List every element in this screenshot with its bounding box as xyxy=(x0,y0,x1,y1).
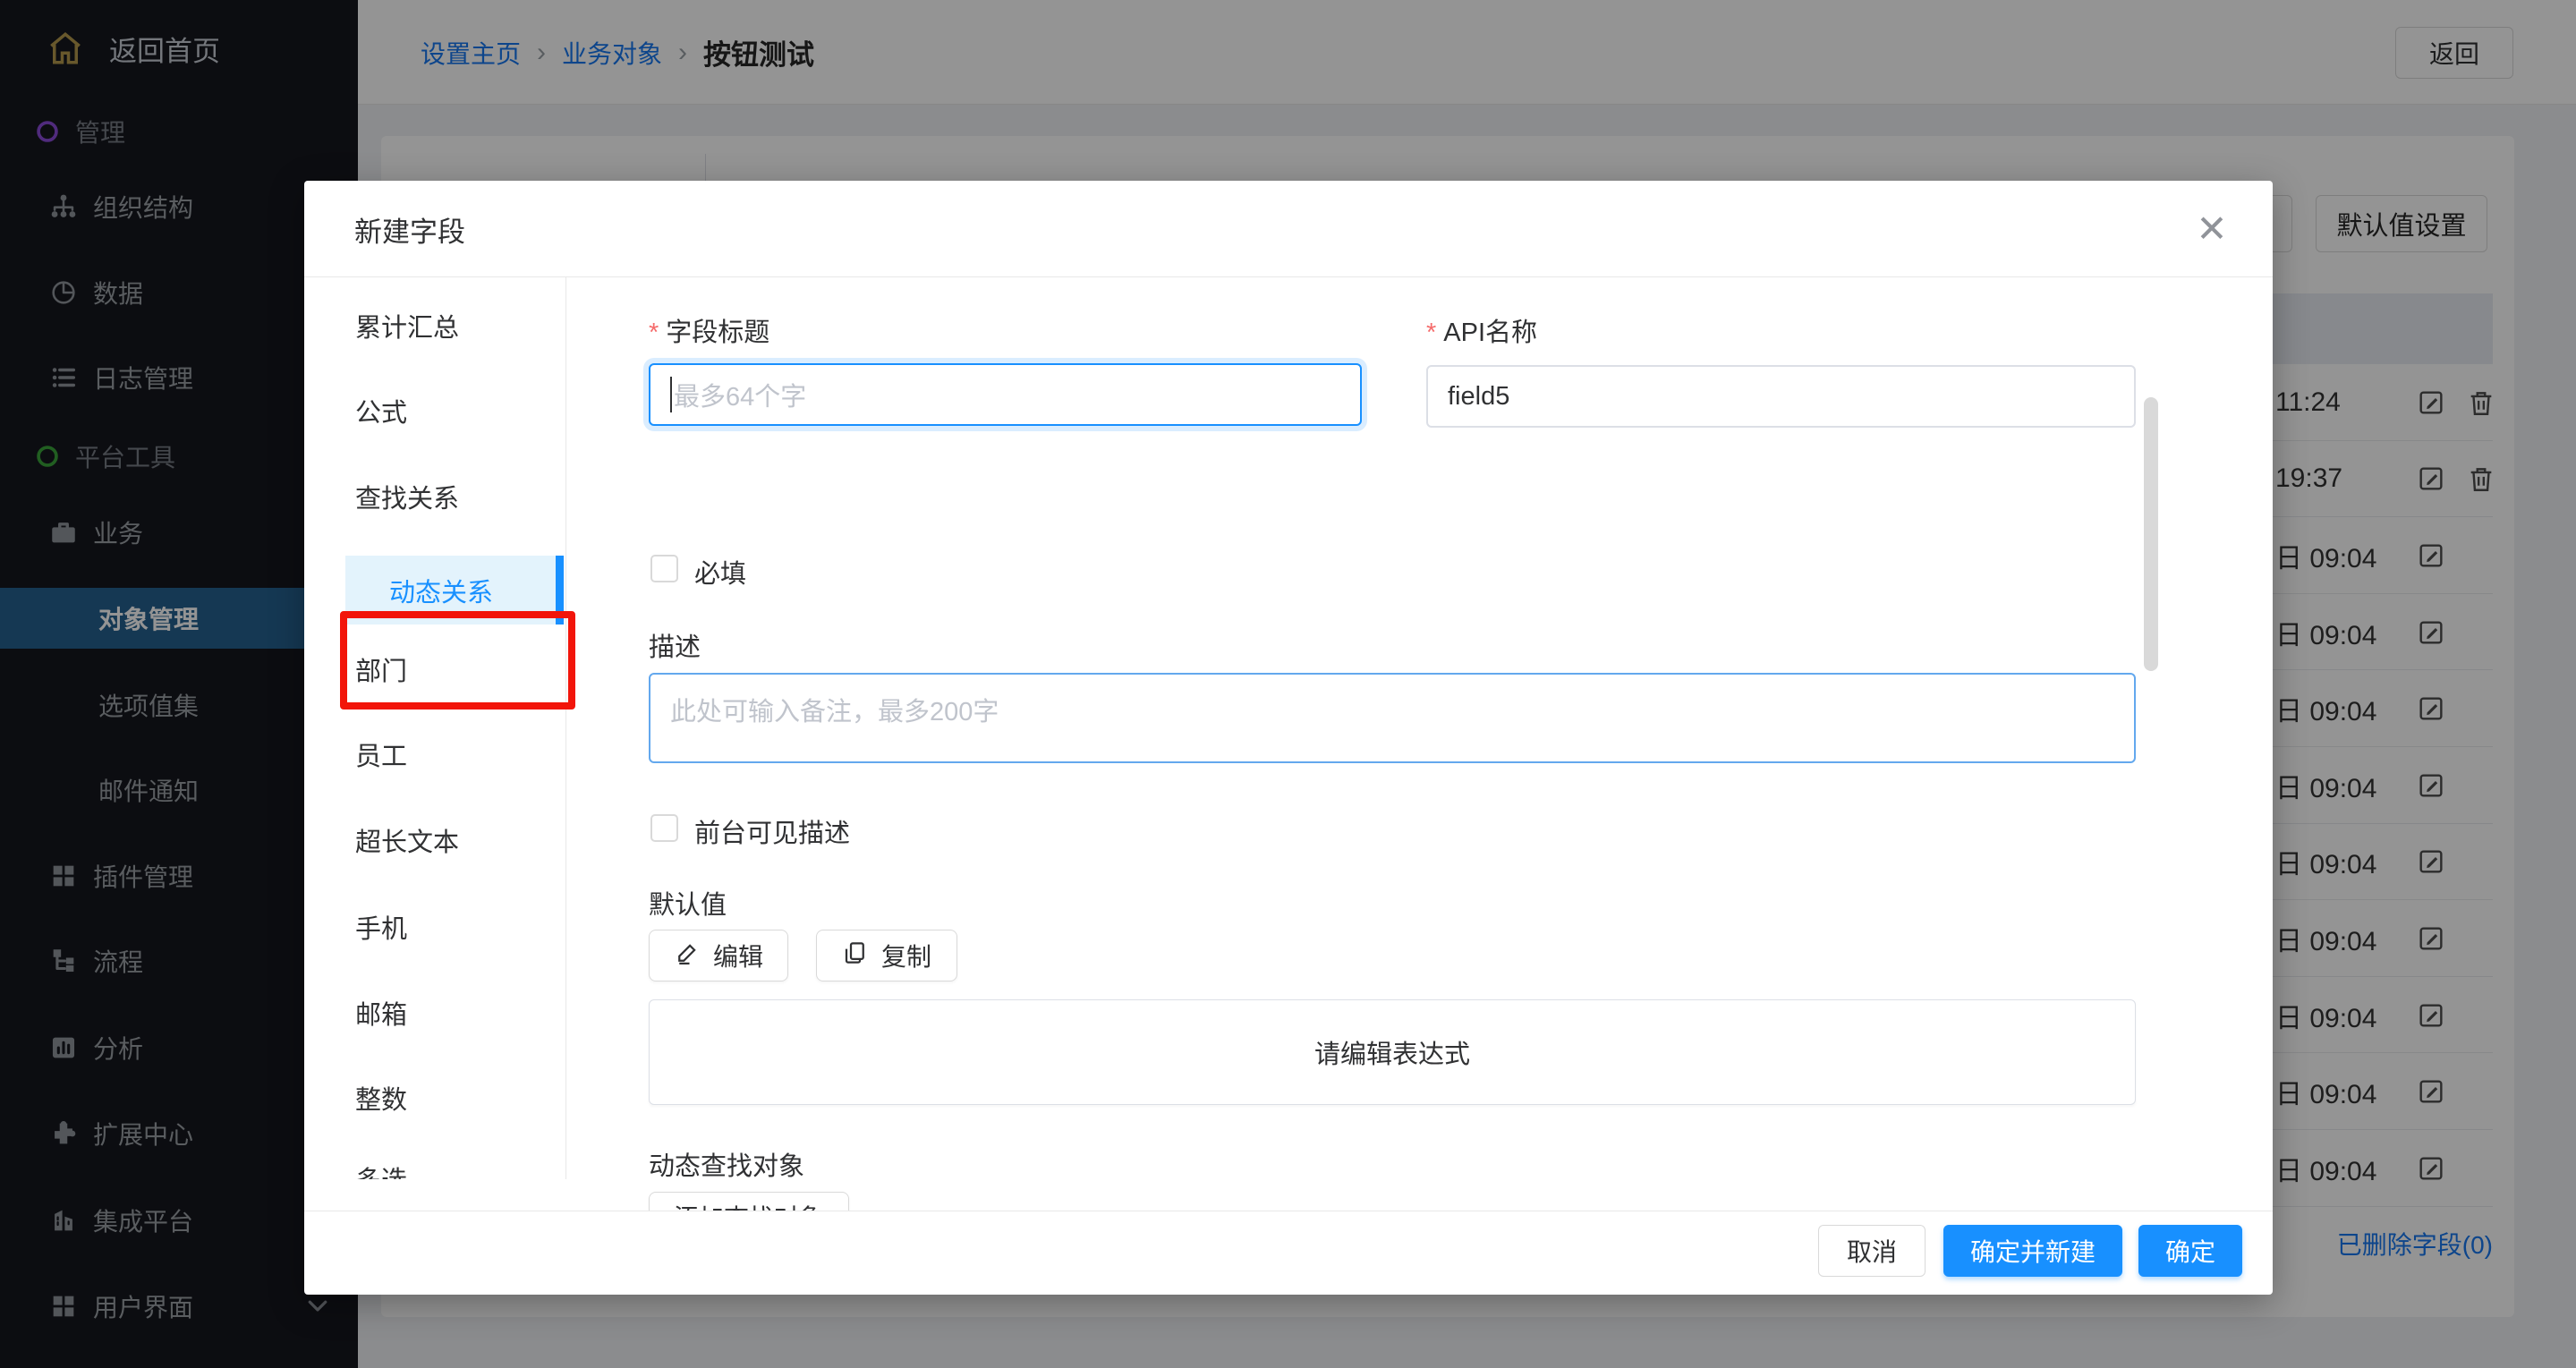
default-value-label: 默认值 xyxy=(649,884,727,922)
dynamic-lookup-label: 动态查找对象 xyxy=(649,1145,804,1183)
confirm-button[interactable]: 确定 xyxy=(2138,1225,2242,1277)
modal-title: 新建字段 xyxy=(354,181,465,277)
description-label: 描述 xyxy=(649,626,701,664)
edit-button[interactable]: 编辑 xyxy=(649,930,788,981)
api-name-input[interactable]: field5 xyxy=(1426,365,2136,428)
required-checkbox[interactable] xyxy=(650,555,678,582)
field-type-7[interactable]: 超长文本 xyxy=(304,815,566,865)
required-label: 必填 xyxy=(694,553,746,591)
field-type-3[interactable]: 查找关系 xyxy=(304,472,566,522)
modal-body: 累计汇总公式查找关系动态关系部门员工超长文本手机邮箱整数多选 *字段标题 *AP… xyxy=(304,277,2273,1211)
front-visible-checkbox[interactable] xyxy=(650,814,678,842)
field-title-label: *字段标题 xyxy=(649,311,769,349)
text-cursor xyxy=(670,377,672,412)
modal-header: 新建字段 ✕ xyxy=(304,181,2273,277)
field-type-4[interactable]: 动态关系 xyxy=(345,556,564,625)
field-type-10[interactable]: 整数 xyxy=(304,1073,566,1123)
field-type-11[interactable]: 多选 xyxy=(304,1153,566,1179)
cancel-button[interactable]: 取消 xyxy=(1818,1225,1926,1277)
field-type-2[interactable]: 公式 xyxy=(304,386,566,436)
new-field-modal: 新建字段 ✕ 累计汇总公式查找关系动态关系部门员工超长文本手机邮箱整数多选 *字… xyxy=(304,181,2273,1295)
field-type-6[interactable]: 员工 xyxy=(304,729,566,779)
screen: 设置主页 › 业务对象 › 按钮测试 返回 默认值设置 11:2419:37日 … xyxy=(0,0,2576,1368)
field-title-input[interactable]: 最多64个字 xyxy=(649,363,1362,426)
confirm-and-new-button[interactable]: 确定并新建 xyxy=(1943,1225,2122,1277)
field-type-9[interactable]: 邮箱 xyxy=(304,988,566,1038)
expression-box[interactable]: 请编辑表达式 xyxy=(649,999,2136,1105)
copy-button[interactable]: 复制 xyxy=(816,930,957,981)
close-icon[interactable]: ✕ xyxy=(2189,206,2235,252)
api-name-label: *API名称 xyxy=(1426,311,1537,349)
modal-footer: 取消 确定并新建 确定 xyxy=(304,1211,2273,1295)
front-visible-label: 前台可见描述 xyxy=(694,812,850,850)
field-type-list: 累计汇总公式查找关系动态关系部门员工超长文本手机邮箱整数多选 xyxy=(304,277,566,1179)
pencil-icon xyxy=(674,939,701,973)
copy-icon xyxy=(842,939,869,973)
field-type-5[interactable]: 部门 xyxy=(304,644,566,694)
modal-scrollbar[interactable] xyxy=(2144,397,2158,671)
description-textarea[interactable]: 此处可输入备注，最多200字 xyxy=(649,673,2136,763)
field-type-8[interactable]: 手机 xyxy=(304,902,566,952)
add-lookup-button[interactable]: 添加查找对象 xyxy=(649,1192,849,1211)
field-type-1[interactable]: 累计汇总 xyxy=(304,301,566,351)
